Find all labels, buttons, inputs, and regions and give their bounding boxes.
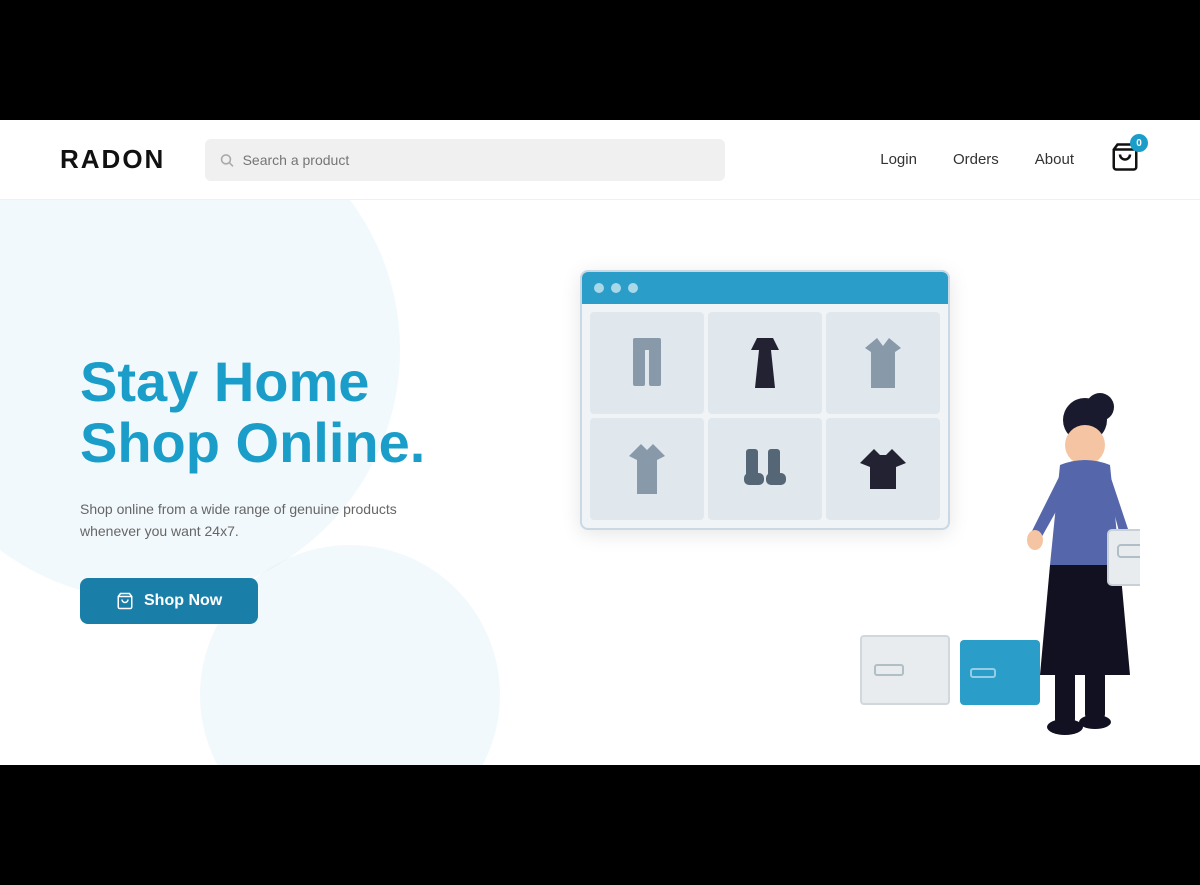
search-input[interactable] bbox=[243, 152, 712, 168]
nav-about[interactable]: About bbox=[1035, 151, 1074, 168]
box-white-handle bbox=[874, 664, 904, 676]
socks-icon bbox=[740, 449, 790, 489]
shop-now-button[interactable]: Shop Now bbox=[80, 578, 258, 624]
product-cell-6 bbox=[826, 418, 940, 520]
product-cell-3 bbox=[826, 312, 940, 414]
hero-subtitle: Shop online from a wide range of genuine… bbox=[80, 498, 460, 543]
hero-section: Stay Home Shop Online. Shop online from … bbox=[0, 200, 1200, 765]
nav-links: Login Orders About 0 bbox=[880, 142, 1140, 177]
cart-badge: 0 bbox=[1130, 134, 1148, 152]
shirt-icon bbox=[629, 444, 665, 494]
product-cell-4 bbox=[590, 418, 704, 520]
box-blue bbox=[960, 640, 1040, 705]
cart-button[interactable]: 0 bbox=[1110, 142, 1140, 177]
browser-dot-1 bbox=[594, 283, 604, 293]
hero-right bbox=[560, 240, 1140, 735]
boxes-group bbox=[860, 635, 1040, 705]
hero-left: Stay Home Shop Online. Shop online from … bbox=[80, 351, 560, 625]
browser-dot-2 bbox=[611, 283, 621, 293]
bottom-bar bbox=[0, 765, 1200, 885]
coat-icon bbox=[865, 338, 901, 388]
nav-login[interactable]: Login bbox=[880, 151, 917, 168]
nav-orders[interactable]: Orders bbox=[953, 151, 999, 168]
box-white bbox=[860, 635, 950, 705]
hero-title: Stay Home Shop Online. bbox=[80, 351, 560, 474]
trousers-icon bbox=[629, 338, 665, 388]
browser-dot-3 bbox=[628, 283, 638, 293]
main-content: RADON Login Orders About 0 bbox=[0, 120, 1200, 765]
dress-icon bbox=[747, 338, 783, 388]
navbar: RADON Login Orders About 0 bbox=[0, 120, 1200, 200]
search-bar[interactable] bbox=[205, 139, 725, 181]
top-bar bbox=[0, 0, 1200, 120]
search-icon bbox=[219, 152, 234, 168]
browser-mockup bbox=[580, 270, 950, 530]
shop-now-label: Shop Now bbox=[144, 592, 222, 610]
product-cell-5 bbox=[708, 418, 822, 520]
brand-logo: RADON bbox=[60, 144, 165, 175]
product-cell-1 bbox=[590, 312, 704, 414]
tshirt-icon bbox=[860, 449, 906, 489]
browser-topbar bbox=[582, 272, 948, 304]
bag-icon bbox=[116, 592, 134, 610]
browser-body bbox=[582, 304, 948, 528]
box-blue-handle bbox=[970, 668, 996, 678]
product-cell-2 bbox=[708, 312, 822, 414]
